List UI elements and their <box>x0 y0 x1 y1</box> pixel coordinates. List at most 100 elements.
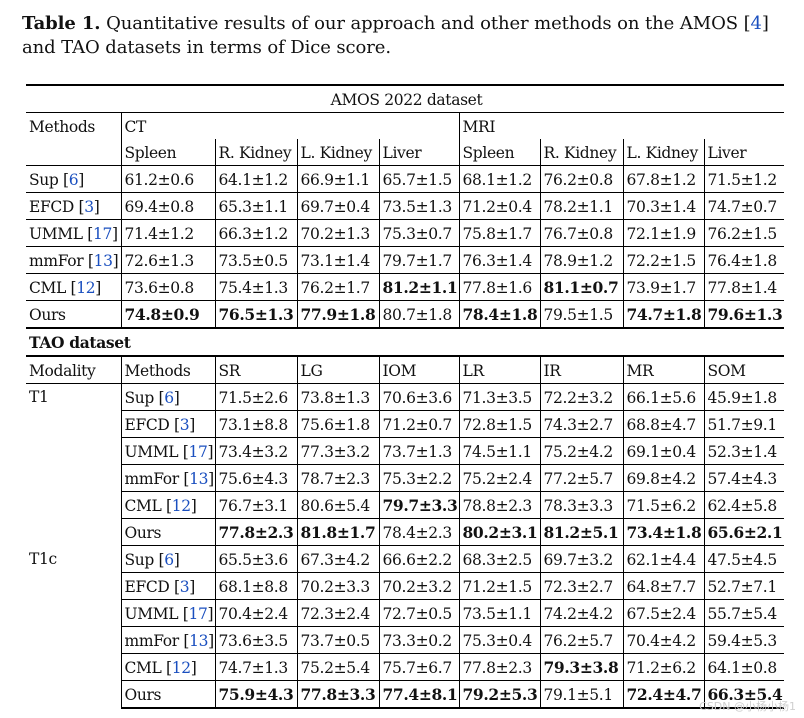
score-cell: 73.7±1.3 <box>379 437 460 465</box>
citation-link[interactable]: 6 <box>69 171 79 189</box>
bracket: ] <box>189 415 195 434</box>
score-cell: 68.1±8.8 <box>215 572 298 600</box>
citation-link[interactable]: 13 <box>189 632 208 650</box>
score-cell: 77.9±1.8 <box>297 300 380 329</box>
method-cell: Ours <box>121 680 216 709</box>
method-cell: mmFor [13] <box>121 464 216 492</box>
score-cell: 64.1±0.8 <box>704 653 785 681</box>
score-cell: 79.6±1.3 <box>704 300 785 329</box>
organ-header: L. Kidney <box>297 139 380 166</box>
score-cell: 76.4±1.8 <box>704 246 785 274</box>
citation-link[interactable]: 17 <box>188 443 207 461</box>
score-cell: 52.3±1.4 <box>704 437 785 465</box>
score-cell: 67.3±4.2 <box>297 545 380 573</box>
score-cell: 81.8±1.7 <box>297 518 380 546</box>
score-cell: 52.7±7.1 <box>704 572 785 600</box>
citation-link[interactable]: 17 <box>93 225 112 243</box>
score-cell: 71.2±0.7 <box>379 410 460 438</box>
score-cell: 71.5±1.2 <box>704 165 785 193</box>
organ-header: R. Kidney <box>215 139 298 166</box>
score-cell: 71.5±6.2 <box>623 491 705 519</box>
score-cell: 71.4±1.2 <box>121 219 216 247</box>
score-cell: 69.4±0.8 <box>121 192 216 220</box>
score-cell: 59.4±5.3 <box>704 626 785 654</box>
bracket: ] <box>112 224 118 243</box>
citation-link[interactable]: 3 <box>180 416 190 434</box>
score-cell: 75.3±0.4 <box>459 626 541 654</box>
score-cell: 69.1±0.4 <box>623 437 705 465</box>
score-cell: 72.6±1.3 <box>121 246 216 274</box>
citation-link[interactable]: 3 <box>180 578 190 596</box>
citation-link[interactable]: 3 <box>84 198 94 216</box>
score-cell: 51.7±9.1 <box>704 410 785 438</box>
tao-dataset-title: TAO dataset <box>26 328 785 357</box>
score-cell: 72.8±1.5 <box>459 410 541 438</box>
citation-link[interactable]: 13 <box>94 252 113 270</box>
score-cell: 78.7±2.3 <box>297 464 380 492</box>
score-cell: 73.6±3.5 <box>215 626 298 654</box>
bracket: ] <box>78 170 84 189</box>
score-cell: 72.2±3.2 <box>540 383 624 411</box>
muscle-header: SR <box>215 356 298 384</box>
bracket: ] <box>207 604 214 623</box>
score-cell: 45.9±1.8 <box>704 383 785 411</box>
score-cell: 76.2±1.7 <box>297 273 380 301</box>
modality-cell: T1c <box>26 545 122 708</box>
methods-header-spacer <box>26 139 122 166</box>
score-cell: 64.1±1.2 <box>215 165 298 193</box>
score-cell: 71.2±1.5 <box>459 572 541 600</box>
method-cell: Sup [6] <box>121 545 216 573</box>
bracket: ] <box>189 577 195 596</box>
caption-ref-link[interactable]: 4 <box>751 13 762 34</box>
citation-link[interactable]: 12 <box>76 279 95 297</box>
score-cell: 81.2±5.1 <box>540 518 624 546</box>
score-cell: 70.6±3.6 <box>379 383 460 411</box>
table-row: Ours 74.8±0.9 76.5±1.3 77.9±1.8 80.7±1.8 78.4… <box>26 300 785 329</box>
score-cell: 77.8±1.4 <box>704 273 785 301</box>
muscle-header: SOM <box>704 356 785 384</box>
score-cell: 69.7±3.2 <box>540 545 624 573</box>
score-cell: 71.2±6.2 <box>623 653 705 681</box>
score-cell: 72.3±2.7 <box>540 572 624 600</box>
mri-header: MRI <box>458 112 785 139</box>
table-row: mmFor [13] 72.6±1.3 73.5±0.5 73.1±1.4 79.7±1… <box>26 246 785 274</box>
score-cell: 79.7±3.3 <box>379 491 460 519</box>
muscle-header: LR <box>459 356 541 384</box>
amos-dataset-title: AMOS 2022 dataset <box>26 84 785 113</box>
score-cell: 68.3±2.5 <box>459 545 541 573</box>
citation-link[interactable]: 12 <box>172 497 191 515</box>
score-cell: 75.6±1.8 <box>297 410 380 438</box>
citation-link[interactable]: 12 <box>172 659 191 677</box>
score-cell: 76.5±1.3 <box>215 300 298 329</box>
score-cell: 66.1±5.6 <box>623 383 705 411</box>
table-row: Sup [6] 61.2±0.6 64.1±1.2 66.9±1.1 65.7±1.5 6… <box>26 165 785 193</box>
method-cell: Sup [6] <box>26 165 122 193</box>
muscle-header: IR <box>540 356 624 384</box>
citation-link[interactable]: 6 <box>164 389 174 407</box>
table-row: UMML [17] 73.4±3.2 77.3±3.2 73.7±1.3 74.5±1.… <box>26 437 785 465</box>
citation-link[interactable]: 6 <box>164 551 174 569</box>
method-name: Ours <box>29 305 66 324</box>
table-row: mmFor [13] 73.6±3.5 73.7±0.5 73.3±0.2 75.3±0… <box>26 626 785 654</box>
score-cell: 75.6±4.3 <box>215 464 298 492</box>
score-cell: 79.3±3.8 <box>540 653 624 681</box>
score-cell: 73.7±0.5 <box>297 626 380 654</box>
score-cell: 62.4±5.8 <box>704 491 785 519</box>
score-cell: 73.5±0.5 <box>215 246 298 274</box>
citation-link[interactable]: 13 <box>189 470 208 488</box>
method-cell: CML [12] <box>121 653 216 681</box>
score-cell: 77.8±2.3 <box>215 518 298 546</box>
table-row: CML [12] 73.6±0.8 75.4±1.3 76.2±1.7 81.2±1.1… <box>26 273 785 301</box>
score-cell: 78.2±1.1 <box>540 192 624 220</box>
score-cell: 77.2±5.7 <box>540 464 624 492</box>
table-row: UMML [17] 71.4±1.2 66.3±1.2 70.2±1.3 75.3±0.… <box>26 219 785 247</box>
score-cell: 81.1±0.7 <box>540 273 624 301</box>
score-cell: 72.7±0.5 <box>379 599 460 627</box>
score-cell: 77.8±2.3 <box>459 653 541 681</box>
score-cell: 57.4±4.3 <box>704 464 785 492</box>
score-cell: 69.7±0.4 <box>297 192 380 220</box>
citation-link[interactable]: 17 <box>188 605 207 623</box>
results-table: AMOS 2022 dataset Methods CT MRI Spleen R. Ki… <box>26 84 785 709</box>
score-cell: 80.6±5.4 <box>297 491 380 519</box>
table-row: T1 Sup [6] 71.5±2.6 73.8±1.3 70.6±3.6 71.3±3.… <box>26 383 785 546</box>
